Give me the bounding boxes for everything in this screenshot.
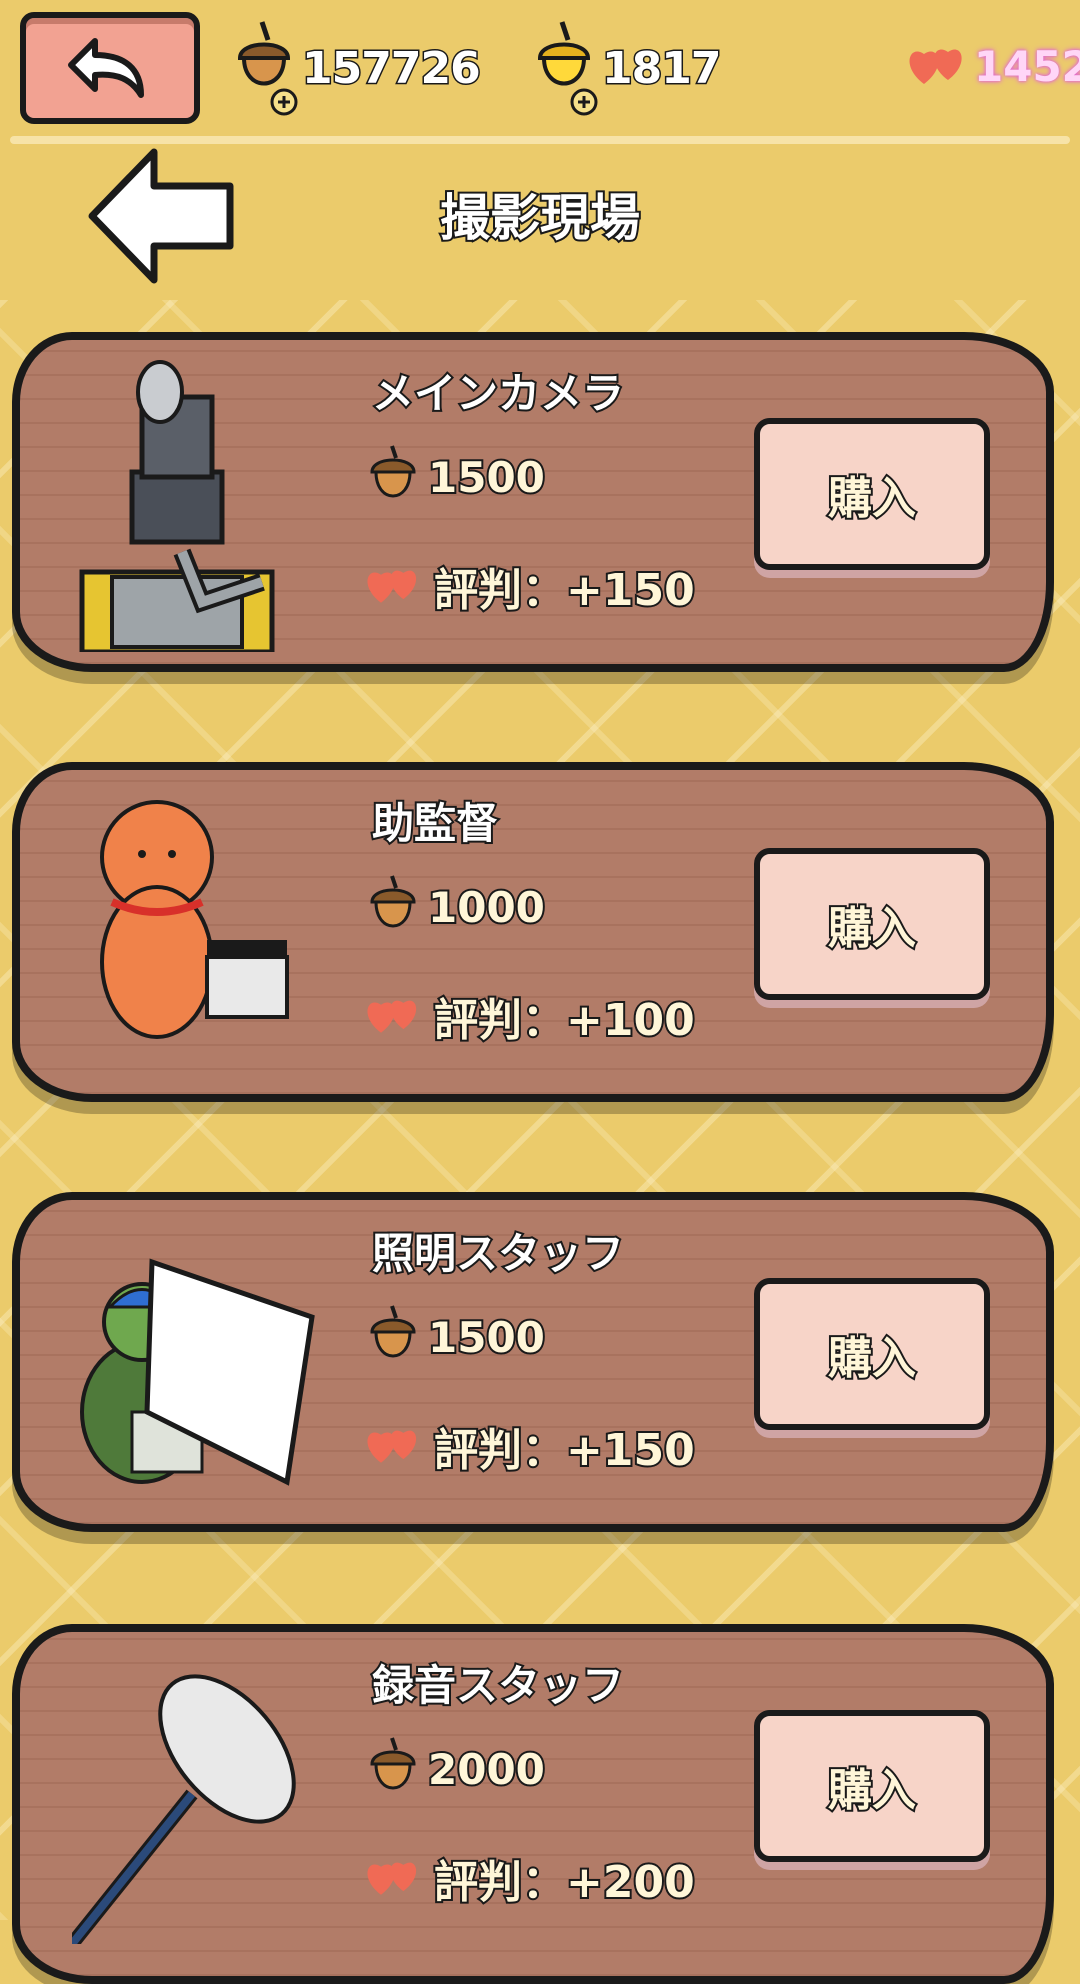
price-row: 1000	[368, 874, 547, 940]
acorn-icon	[370, 1305, 416, 1358]
item-reputation: 評判：+150	[432, 563, 697, 618]
shop-item-card: メインカメラ 1500 評判：+150 購入	[12, 332, 1054, 672]
topbar-divider	[10, 136, 1070, 144]
shop-item-card: 照明スタッフ 1500 評判：+150 購入	[12, 1192, 1054, 1532]
item-reputation: 評判：+200	[432, 1855, 697, 1910]
camera-crane-icon	[79, 360, 275, 652]
reputation-row: 評判：+200	[362, 1846, 697, 1910]
dog-clapperboard-icon	[100, 800, 289, 1039]
buy-button[interactable]: 購入	[754, 418, 990, 570]
turtle-reflector-icon	[80, 1258, 315, 1486]
page-title: 撮影現場	[438, 187, 642, 249]
shop-item-card: 録音スタッフ 2000 評判：+200 購入	[12, 1624, 1054, 1984]
reputation-row: 評判：+100	[362, 984, 697, 1048]
item-name: 録音スタッフ	[370, 1659, 626, 1712]
boom-mic-icon	[72, 1674, 296, 1944]
reputation-row: 評判：+150	[362, 1414, 697, 1478]
buy-button-label: 購入	[826, 901, 918, 956]
item-name: 照明スタッフ	[370, 1227, 626, 1280]
acorn-icon	[370, 445, 416, 498]
item-price: 2000	[426, 1743, 547, 1796]
acorn-gold-counter[interactable]: 1817	[532, 18, 723, 118]
top-bar: 157726 1817 14521	[0, 0, 1080, 150]
item-name: 助監督	[370, 797, 500, 850]
price-row: 1500	[368, 1304, 547, 1370]
item-name: メインカメラ	[370, 367, 626, 420]
acorn-gold-count: 1817	[600, 41, 722, 95]
hearts-icon	[367, 1862, 417, 1895]
shop-item-card: 助監督 1000 評判：+100 購入	[12, 762, 1054, 1102]
buy-button[interactable]: 購入	[754, 848, 990, 1000]
hearts-icon	[367, 1000, 417, 1033]
buy-button[interactable]: 購入	[754, 1710, 990, 1862]
price-row: 2000	[368, 1736, 547, 1802]
acorn-icon	[370, 875, 416, 928]
hearts-icon	[367, 570, 417, 603]
acorn-icon	[370, 1737, 416, 1790]
buy-button-label: 購入	[826, 1331, 918, 1386]
acorn-brown-plus-icon	[237, 21, 298, 116]
item-price: 1500	[426, 451, 547, 504]
buy-button[interactable]: 購入	[754, 1278, 990, 1430]
price-row: 1500	[368, 444, 547, 510]
reputation-row: 評判：+150	[362, 554, 697, 618]
undo-arrow-icon	[68, 38, 144, 98]
buy-button-label: 購入	[826, 471, 918, 526]
item-reputation: 評判：+100	[432, 993, 697, 1048]
item-price: 1500	[426, 1311, 547, 1364]
reputation-count: 14521	[974, 41, 1080, 91]
acorn-brown-count: 157726	[301, 41, 483, 95]
hearts-icon	[909, 49, 962, 84]
item-price: 1000	[426, 881, 547, 934]
acorn-brown-counter[interactable]: 157726	[232, 18, 483, 118]
hearts-icon	[367, 1430, 417, 1463]
return-button[interactable]	[20, 12, 200, 124]
acorn-gold-plus-icon	[537, 21, 598, 116]
buy-button-label: 購入	[826, 1763, 918, 1818]
item-reputation: 評判：+150	[432, 1423, 697, 1478]
reputation-counter: 14521	[904, 36, 1080, 96]
